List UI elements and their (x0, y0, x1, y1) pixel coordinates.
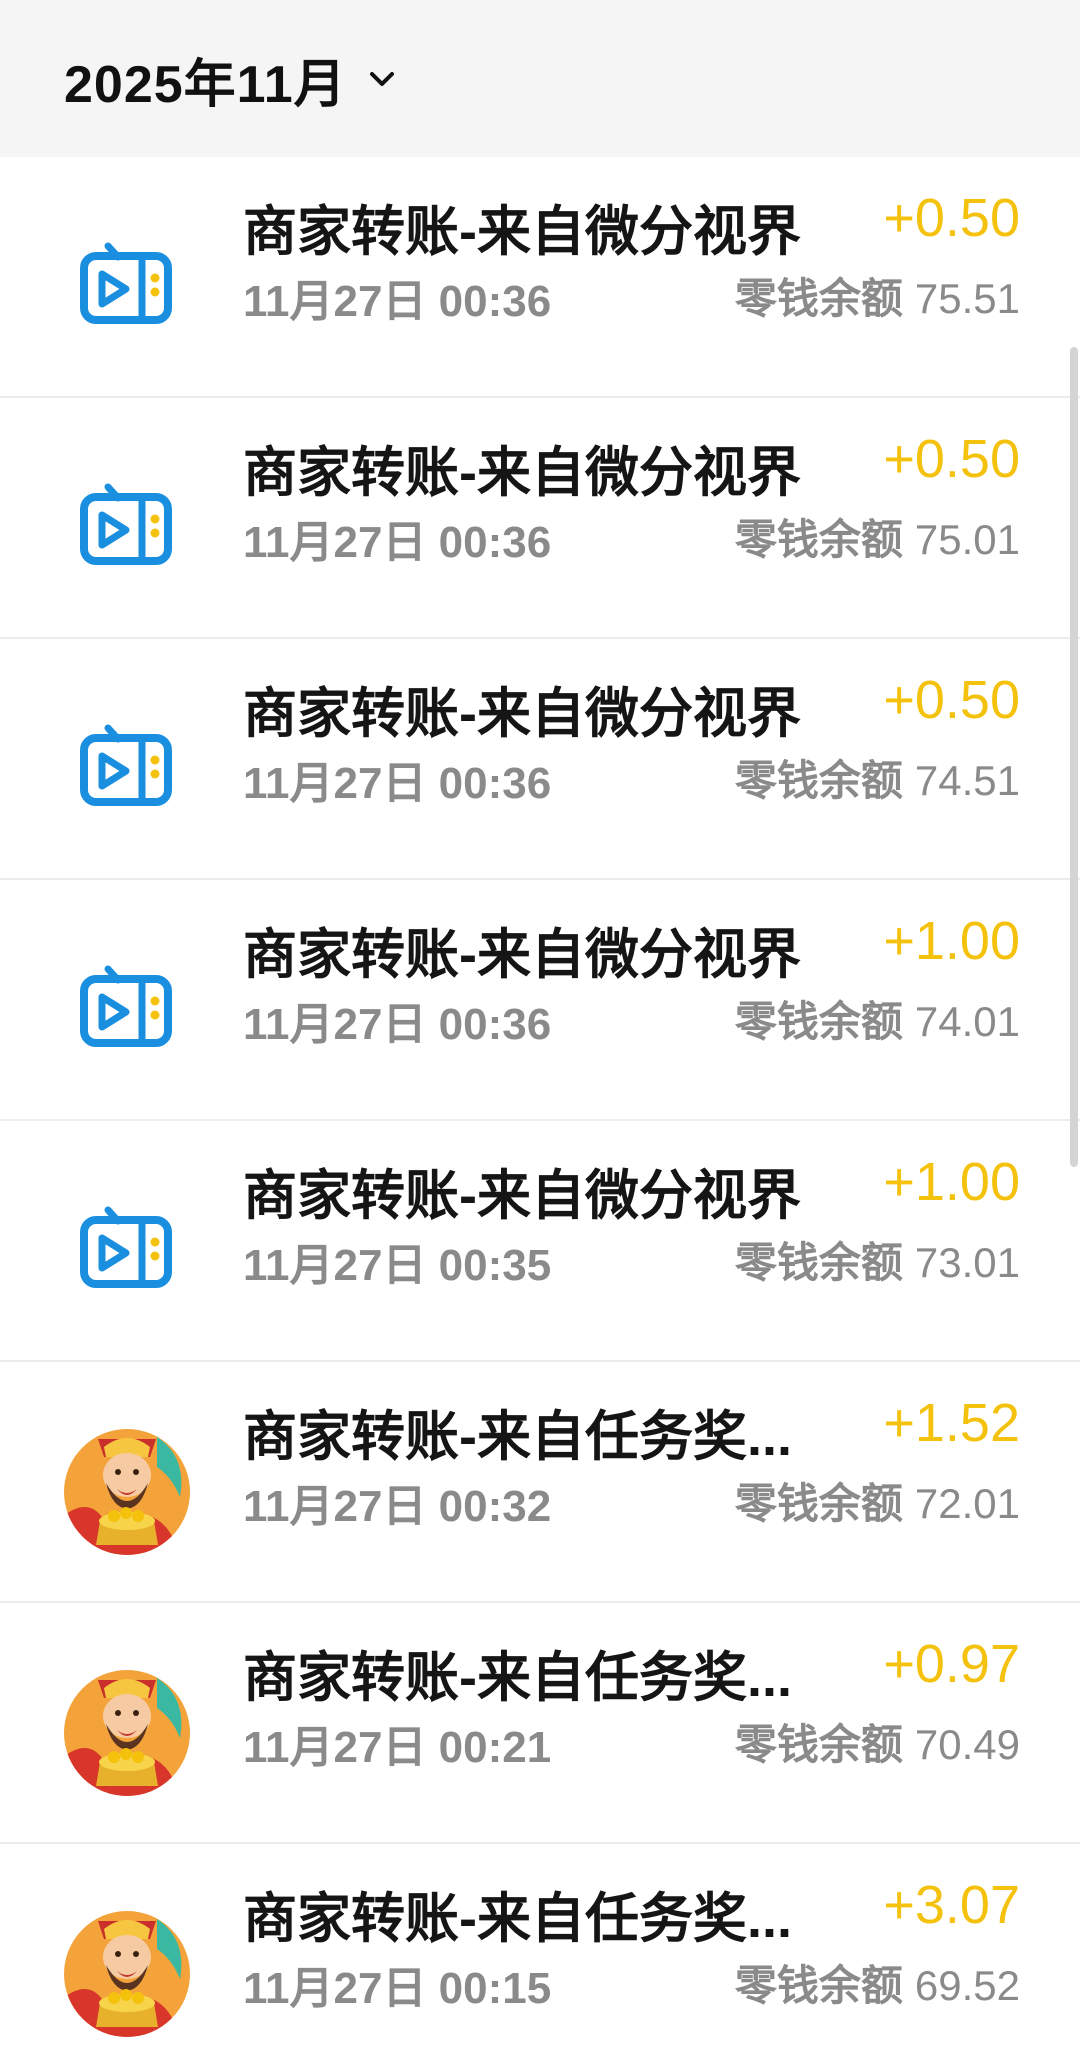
transaction-time: 11月27日 00:35 (243, 1241, 552, 1290)
balance-value: 75.01 (914, 516, 1020, 563)
transaction-row[interactable]: 商家转账-来自微分视界 11月27日 00:36 +0.50 零钱余额 74.51 (0, 639, 1080, 880)
tv-app-icon (62, 704, 192, 834)
transaction-time: 11月27日 00:21 (243, 1723, 552, 1772)
tv-app-icon (62, 945, 192, 1075)
transaction-title: 商家转账-来自任务奖... (243, 1407, 792, 1467)
transaction-row[interactable]: 商家转账-来自微分视界 11月27日 00:36 +1.00 零钱余额 74.01 (0, 880, 1080, 1121)
tv-app-icon (62, 222, 192, 352)
balance-value: 74.51 (914, 757, 1020, 804)
transaction-time: 11月27日 00:36 (243, 1000, 552, 1049)
balance-info: 零钱余额 74.01 (735, 988, 1020, 1049)
balance-label: 零钱余额 (734, 1480, 903, 1527)
transaction-time: 11月27日 00:36 (243, 277, 552, 326)
transaction-title: 商家转账-来自微分视界 (243, 443, 801, 503)
fortune-god-avatar-icon (62, 1427, 192, 1557)
transaction-row[interactable]: 商家转账-来自任务奖... 11月27日 00:32 +1.52 零钱余额 72.… (0, 1362, 1080, 1603)
transaction-title: 商家转账-来自任务奖... (243, 1648, 792, 1708)
transaction-amount: +0.97 (883, 1634, 1020, 1694)
transaction-time: 11月27日 00:36 (243, 518, 552, 567)
balance-label: 零钱余额 (734, 1239, 903, 1286)
transaction-row[interactable]: 商家转账-来自微分视界 11月27日 00:35 +1.00 零钱余额 73.01 (0, 1121, 1080, 1362)
fortune-god-avatar-icon (62, 1668, 192, 1798)
transaction-amount: +1.00 (883, 1152, 1020, 1212)
transaction-row[interactable]: 商家转账-来自微分视界 11月27日 00:36 +0.50 零钱余额 75.51 (0, 157, 1080, 398)
tv-app-icon (62, 463, 192, 593)
transaction-list[interactable]: 商家转账-来自微分视界 11月27日 00:36 +0.50 零钱余额 75.51… (0, 157, 1080, 2060)
balance-info: 零钱余额 70.49 (735, 1711, 1020, 1772)
month-label: 2025年11月 (64, 55, 347, 114)
balance-label: 零钱余额 (734, 1721, 903, 1768)
transaction-amount: +0.50 (883, 188, 1020, 248)
balance-value: 69.52 (914, 1962, 1020, 2009)
balance-info: 零钱余额 75.01 (735, 506, 1020, 567)
fortune-god-avatar-icon (62, 1909, 192, 2039)
transaction-amount: +3.07 (883, 1875, 1020, 1935)
transaction-title: 商家转账-来自微分视界 (243, 684, 801, 744)
balance-value: 74.01 (914, 998, 1020, 1045)
transaction-title: 商家转账-来自任务奖... (243, 1889, 792, 1949)
balance-info: 零钱余额 73.01 (735, 1229, 1020, 1290)
balance-value: 70.49 (914, 1721, 1020, 1768)
transaction-title: 商家转账-来自微分视界 (243, 925, 801, 985)
balance-label: 零钱余额 (734, 1962, 903, 2009)
tv-app-icon (62, 1186, 192, 1316)
transaction-time: 11月27日 00:32 (243, 1482, 552, 1531)
balance-info: 零钱余额 69.52 (735, 1952, 1020, 2013)
balance-label: 零钱余额 (734, 998, 903, 1045)
transaction-time: 11月27日 00:15 (243, 1964, 552, 2013)
transaction-amount: +0.50 (883, 429, 1020, 489)
page-header: 2025年11月 (0, 0, 1080, 157)
scrollbar[interactable] (1070, 347, 1078, 1167)
transaction-title: 商家转账-来自微分视界 (243, 202, 801, 262)
transaction-time: 11月27日 00:36 (243, 759, 552, 808)
transaction-amount: +1.52 (883, 1393, 1020, 1453)
balance-info: 零钱余额 74.51 (735, 747, 1020, 808)
transaction-row[interactable]: 商家转账-来自任务奖... 11月27日 00:15 +3.07 零钱余额 69.… (0, 1844, 1080, 2060)
balance-value: 75.51 (914, 275, 1020, 322)
balance-value: 73.01 (914, 1239, 1020, 1286)
transaction-row[interactable]: 商家转账-来自微分视界 11月27日 00:36 +0.50 零钱余额 75.01 (0, 398, 1080, 639)
balance-label: 零钱余额 (734, 516, 903, 563)
balance-info: 零钱余额 75.51 (735, 265, 1020, 326)
balance-label: 零钱余额 (734, 757, 903, 804)
chevron-down-icon (369, 72, 394, 86)
transaction-amount: +0.50 (883, 670, 1020, 730)
transaction-title: 商家转账-来自微分视界 (243, 1166, 801, 1226)
month-picker[interactable]: 2025年11月 (64, 46, 399, 114)
balance-value: 72.01 (914, 1480, 1020, 1527)
balance-info: 零钱余额 72.01 (735, 1470, 1020, 1531)
transaction-row[interactable]: 商家转账-来自任务奖... 11月27日 00:21 +0.97 零钱余额 70.… (0, 1603, 1080, 1844)
balance-label: 零钱余额 (734, 275, 903, 322)
transaction-amount: +1.00 (883, 911, 1020, 971)
